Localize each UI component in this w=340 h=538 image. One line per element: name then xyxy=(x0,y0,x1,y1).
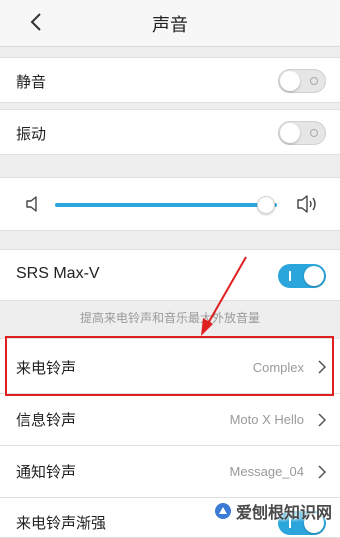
chevron-right-icon xyxy=(318,413,327,427)
toggle-knob xyxy=(280,123,300,143)
page-title: 声音 xyxy=(152,15,188,36)
notification-tone-row[interactable]: 通知铃声 Message_04 xyxy=(0,446,340,498)
watermark: 爱刨根知识网 xyxy=(214,499,332,523)
vibrate-toggle[interactable] xyxy=(278,121,326,145)
top-bar: 声音 xyxy=(0,0,340,47)
volume-track[interactable] xyxy=(55,203,277,207)
ringtone-row[interactable]: 来电铃声 Complex xyxy=(0,338,340,394)
ringtone-crescendo-label: 来电铃声渐强 xyxy=(16,514,107,532)
message-tone-value: Moto X Hello xyxy=(229,412,304,427)
toggle-knob xyxy=(304,266,324,286)
mute-label: 静音 xyxy=(16,73,47,91)
message-tone-label: 信息铃声 xyxy=(16,411,77,429)
speaker-low-icon xyxy=(26,196,37,212)
toggle-off-indicator xyxy=(310,129,318,137)
notification-tone-label: 通知铃声 xyxy=(16,463,77,481)
speaker-high-icon xyxy=(297,195,316,213)
watermark-text: 爱刨根知识网 xyxy=(235,503,332,522)
vibrate-label: 振动 xyxy=(16,125,47,143)
ringtone-label: 来电铃声 xyxy=(16,359,77,377)
srs-description: 提高来电铃声和音乐最大外放音量 xyxy=(79,311,260,325)
volume-slider-row xyxy=(0,177,340,231)
chevron-right-icon xyxy=(318,465,327,479)
mute-toggle[interactable] xyxy=(278,69,326,93)
watermark-logo-icon xyxy=(214,503,231,519)
srs-toggle[interactable] xyxy=(278,264,326,288)
srs-row[interactable]: SRS Max-V xyxy=(0,249,340,301)
vibrate-row[interactable]: 振动 xyxy=(0,109,340,155)
message-tone-row[interactable]: 信息铃声 Moto X Hello xyxy=(0,394,340,446)
volume-thumb[interactable] xyxy=(256,196,275,214)
mute-row[interactable]: 静音 xyxy=(0,57,340,103)
notification-tone-value: Message_04 xyxy=(229,464,304,479)
srs-label: SRS Max-V xyxy=(16,265,100,282)
toggle-knob xyxy=(280,71,300,91)
toggle-off-indicator xyxy=(310,77,318,85)
chevron-right-icon xyxy=(318,360,327,374)
toggle-on-indicator xyxy=(289,271,291,281)
ringtone-value: Complex xyxy=(252,360,304,375)
